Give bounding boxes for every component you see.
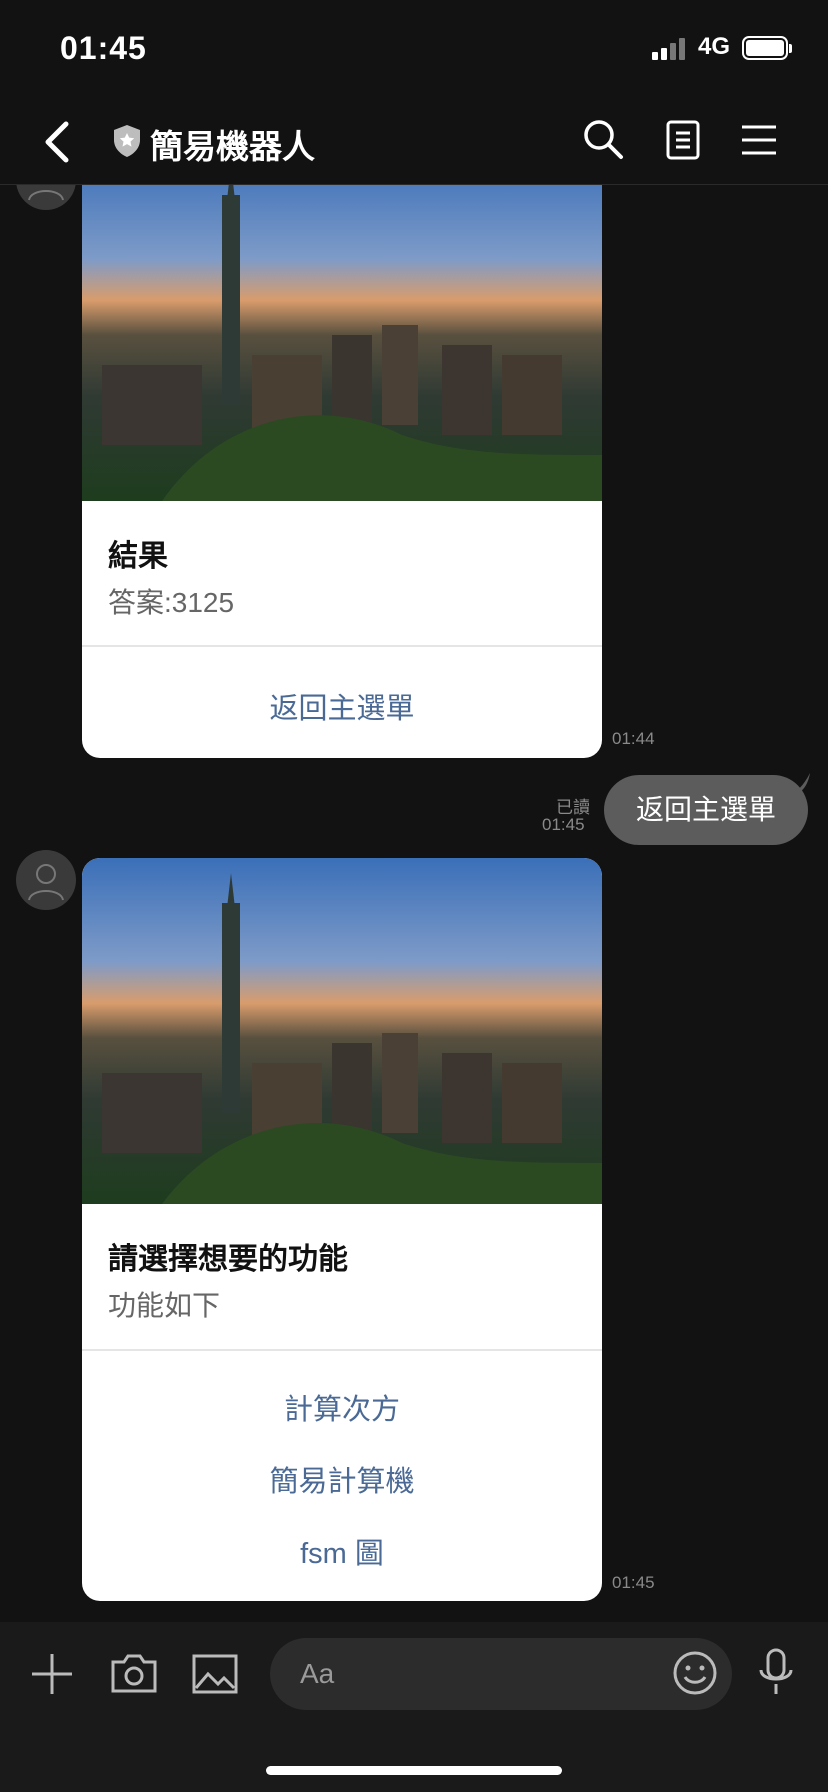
emoji-icon[interactable] xyxy=(672,1650,718,1696)
image-icon[interactable] xyxy=(192,1654,238,1694)
chat-area[interactable]: 結果 答案:3125 返回主選單 01:44 已讀 01:45 返回主選單 請選… xyxy=(0,185,828,1622)
signal-icon xyxy=(652,38,688,60)
battery-icon xyxy=(742,36,792,60)
status-time: 01:45 xyxy=(60,30,147,66)
taipei-skyline-image xyxy=(82,858,602,1204)
bubble-tail xyxy=(788,773,814,802)
notes-icon[interactable] xyxy=(666,120,700,160)
home-indicator[interactable] xyxy=(266,1766,562,1775)
result-card: 結果 答案:3125 返回主選單 xyxy=(82,185,602,758)
network-label: 4G xyxy=(698,33,731,60)
card-divider xyxy=(82,645,602,647)
bot-avatar[interactable] xyxy=(16,185,76,210)
menu-icon[interactable] xyxy=(742,124,776,156)
card-subtitle: 答案:3125 xyxy=(108,587,235,618)
mic-icon[interactable] xyxy=(758,1648,794,1696)
message-time: 01:45 xyxy=(612,1573,655,1592)
menu-option-calculator[interactable]: 簡易計算機 xyxy=(82,1458,602,1500)
message-time: 01:44 xyxy=(612,729,655,748)
card-subtitle: 功能如下 xyxy=(108,1290,221,1321)
card-divider xyxy=(82,1349,602,1351)
card-title: 結果 xyxy=(108,540,168,573)
search-icon[interactable] xyxy=(582,118,624,160)
camera-icon[interactable] xyxy=(110,1652,158,1694)
message-input-placeholder: Aa xyxy=(300,1658,335,1689)
bot-avatar[interactable] xyxy=(16,850,76,910)
message-input[interactable] xyxy=(270,1638,732,1710)
menu-card: 請選擇想要的功能 功能如下 計算次方 簡易計算機 fsm 圖 xyxy=(82,858,602,1601)
card-title: 請選擇想要的功能 xyxy=(108,1243,348,1276)
chat-title: 簡易機器人 xyxy=(150,128,315,165)
menu-option-power[interactable]: 計算次方 xyxy=(82,1386,602,1428)
message-time: 01:45 xyxy=(542,815,585,834)
back-to-menu-button[interactable]: 返回主選單 xyxy=(82,685,602,727)
plus-icon[interactable] xyxy=(30,1652,74,1696)
shield-icon xyxy=(112,124,142,158)
back-icon[interactable] xyxy=(42,120,72,164)
taipei-skyline-image xyxy=(82,185,602,501)
user-message-bubble: 返回主選單 xyxy=(604,775,809,845)
menu-option-fsm[interactable]: fsm 圖 xyxy=(82,1530,602,1572)
